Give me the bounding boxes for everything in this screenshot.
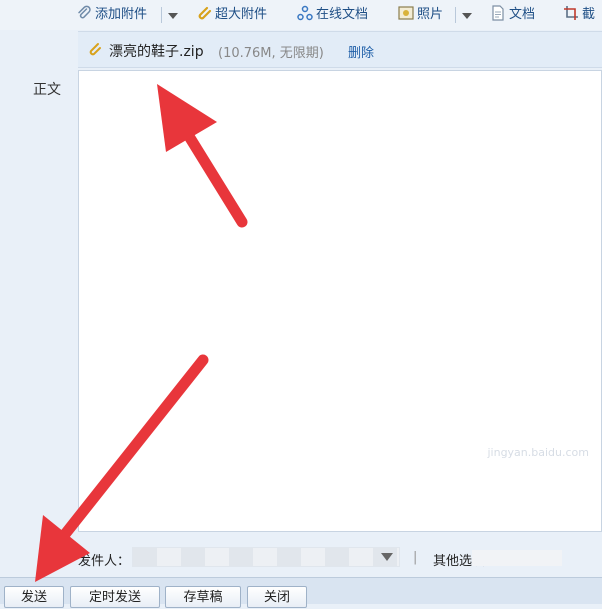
sender-select[interactable]: [132, 547, 400, 567]
send-button[interactable]: 发送: [4, 586, 64, 608]
save-draft-button[interactable]: 存草稿: [165, 586, 241, 608]
compose-toolbar: 添加附件 超大附件 在线文档 照片 文档 截: [0, 0, 602, 30]
photo-icon: [398, 6, 414, 20]
screenshot-button[interactable]: 截: [563, 5, 595, 25]
sender-label: 发件人：: [78, 554, 131, 569]
action-bar: 发送 定时发送 存草稿 关闭: [0, 577, 602, 608]
online-doc-icon: [297, 5, 313, 21]
attachment-filename[interactable]: 漂亮的鞋子.zip: [109, 41, 204, 61]
add-attachment-dropdown[interactable]: [165, 5, 179, 25]
chevron-down-icon[interactable]: [380, 550, 394, 564]
document-label: 文档: [509, 7, 536, 22]
photo-dropdown[interactable]: [459, 5, 473, 25]
large-attachment-icon: [198, 6, 212, 20]
attachment-meta: (10.76M, 无限期): [218, 46, 324, 61]
watermark-text: jingyan.baidu.com: [487, 446, 589, 459]
sender-separator: |: [413, 550, 418, 565]
screenshot-label: 截: [582, 7, 596, 22]
large-attachment-label: 超大附件: [215, 7, 268, 22]
large-attachment-button[interactable]: 超大附件: [196, 5, 267, 25]
body-editor[interactable]: jingyan.baidu.com: [78, 70, 602, 532]
large-attachment-icon: [89, 43, 101, 56]
toolbar-divider: [455, 7, 456, 23]
body-label: 正文: [33, 82, 61, 98]
online-doc-label: 在线文档: [316, 7, 369, 22]
photo-label: 照片: [417, 7, 444, 22]
compose-window: 添加附件 超大附件 在线文档 照片 文档 截 漂亮的鞋子.zip (10.76M…: [0, 0, 602, 608]
document-icon: [492, 5, 504, 21]
scheduled-send-button[interactable]: 定时发送: [70, 586, 160, 608]
attachment-list: 漂亮的鞋子.zip (10.76M, 无限期) 删除: [78, 31, 602, 68]
blurred-region: [472, 550, 562, 566]
add-attachment-button[interactable]: 添加附件: [76, 5, 147, 25]
screenshot-icon: [564, 6, 578, 20]
online-doc-button[interactable]: 在线文档: [297, 5, 368, 25]
document-button[interactable]: 文档: [490, 5, 535, 25]
add-attachment-label: 添加附件: [95, 7, 148, 22]
toolbar-divider: [161, 7, 162, 23]
attachment-delete-link[interactable]: 删除: [348, 42, 374, 61]
sender-row: 发件人： | 其他选项: [0, 540, 602, 574]
photo-button[interactable]: 照片: [398, 5, 443, 25]
paperclip-icon: [78, 5, 91, 19]
close-button[interactable]: 关闭: [247, 586, 307, 608]
